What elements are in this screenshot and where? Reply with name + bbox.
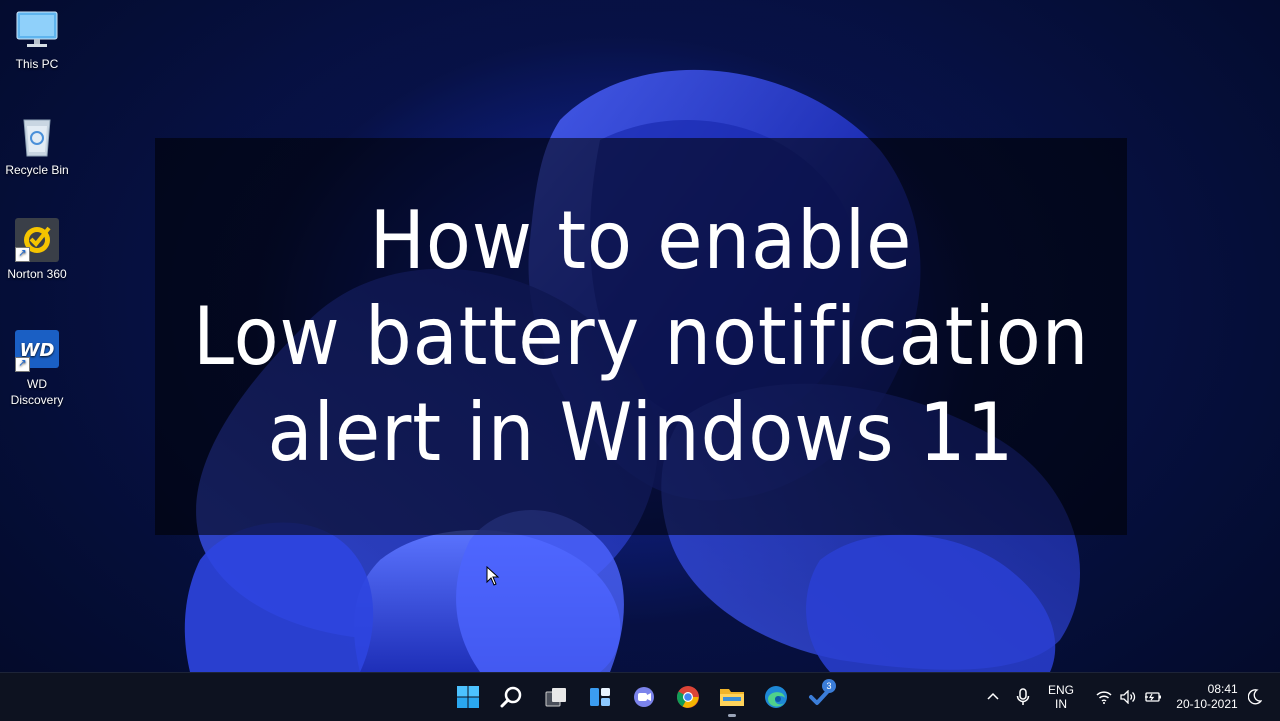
title-line-3: alert in Windows 11 bbox=[267, 385, 1015, 479]
desktop-icon-label: Recycle Bin bbox=[5, 163, 69, 177]
task-view-button[interactable] bbox=[536, 677, 576, 717]
moon-icon bbox=[1248, 689, 1262, 705]
wifi-icon bbox=[1096, 691, 1112, 704]
wifi-button[interactable] bbox=[1096, 690, 1112, 704]
chrome-icon bbox=[677, 686, 699, 708]
search-button[interactable] bbox=[492, 677, 532, 717]
windows-start-icon bbox=[457, 686, 479, 708]
teams-chat-icon bbox=[634, 687, 654, 707]
title-line-1: How to enable bbox=[369, 193, 913, 287]
desktop-icon-label: Norton 360 bbox=[7, 267, 67, 281]
wd-discovery-icon: WD ↗ bbox=[15, 328, 59, 372]
microphone-button[interactable] bbox=[1016, 688, 1030, 706]
edge-icon bbox=[765, 686, 787, 708]
taskbar-apps: 3 bbox=[446, 673, 842, 721]
search-icon bbox=[500, 686, 522, 708]
shortcut-arrow-icon: ↗ bbox=[15, 357, 30, 372]
desktop-icon-label: This PC bbox=[15, 57, 59, 71]
recycle-bin-icon bbox=[15, 114, 59, 158]
edge-button[interactable] bbox=[756, 677, 796, 717]
desktop-icon-this-pc[interactable]: This PC bbox=[0, 8, 74, 72]
chrome-button[interactable] bbox=[668, 677, 708, 717]
battery-button[interactable] bbox=[1144, 690, 1162, 704]
monitor-icon bbox=[15, 8, 59, 52]
norton-icon: ↗ bbox=[15, 218, 59, 262]
language-code: ENG bbox=[1047, 683, 1074, 697]
task-view-icon bbox=[545, 688, 566, 707]
teams-chat-button[interactable] bbox=[624, 677, 664, 717]
show-hidden-icons-button[interactable] bbox=[986, 690, 1000, 704]
desktop-icon-norton-360[interactable]: ↗ Norton 360 bbox=[0, 218, 74, 282]
clock-date: 20-10-2021 bbox=[1176, 697, 1238, 711]
clock[interactable]: 08:41 20-10-2021 bbox=[1176, 682, 1238, 712]
shortcut-arrow-icon: ↗ bbox=[15, 247, 30, 262]
taskbar: 3 ENG IN 08:41 20-10-2021 bbox=[0, 672, 1280, 721]
active-indicator bbox=[728, 714, 736, 717]
language-indicator[interactable]: ENG IN bbox=[1046, 683, 1076, 711]
volume-button[interactable] bbox=[1120, 690, 1136, 704]
start-button[interactable] bbox=[448, 677, 488, 717]
widgets-icon bbox=[590, 688, 610, 706]
title-overlay: How to enable Low battery notification a… bbox=[155, 138, 1127, 535]
language-region: IN bbox=[1054, 697, 1067, 711]
microphone-icon bbox=[1016, 688, 1030, 705]
notification-badge: 3 bbox=[822, 679, 836, 693]
battery-charging-icon bbox=[1145, 692, 1161, 702]
desktop-icon-wd-discovery[interactable]: WD ↗ WD Discovery bbox=[0, 328, 74, 408]
mouse-cursor-icon bbox=[486, 566, 500, 586]
todo-button[interactable]: 3 bbox=[800, 677, 840, 717]
desktop-icon-label: WD Discovery bbox=[10, 377, 64, 407]
focus-assist-button[interactable] bbox=[1248, 689, 1262, 705]
chevron-up-icon bbox=[987, 692, 999, 700]
widgets-button[interactable] bbox=[580, 677, 620, 717]
speaker-icon bbox=[1120, 690, 1136, 704]
desktop-icon-recycle-bin[interactable]: Recycle Bin bbox=[0, 114, 74, 178]
clock-time: 08:41 bbox=[1207, 682, 1238, 696]
file-explorer-button[interactable] bbox=[712, 677, 752, 717]
system-tray: ENG IN 08:41 20-10-2021 bbox=[980, 673, 1280, 721]
title-line-2: Low battery notification bbox=[192, 289, 1090, 383]
folder-icon bbox=[720, 689, 744, 706]
